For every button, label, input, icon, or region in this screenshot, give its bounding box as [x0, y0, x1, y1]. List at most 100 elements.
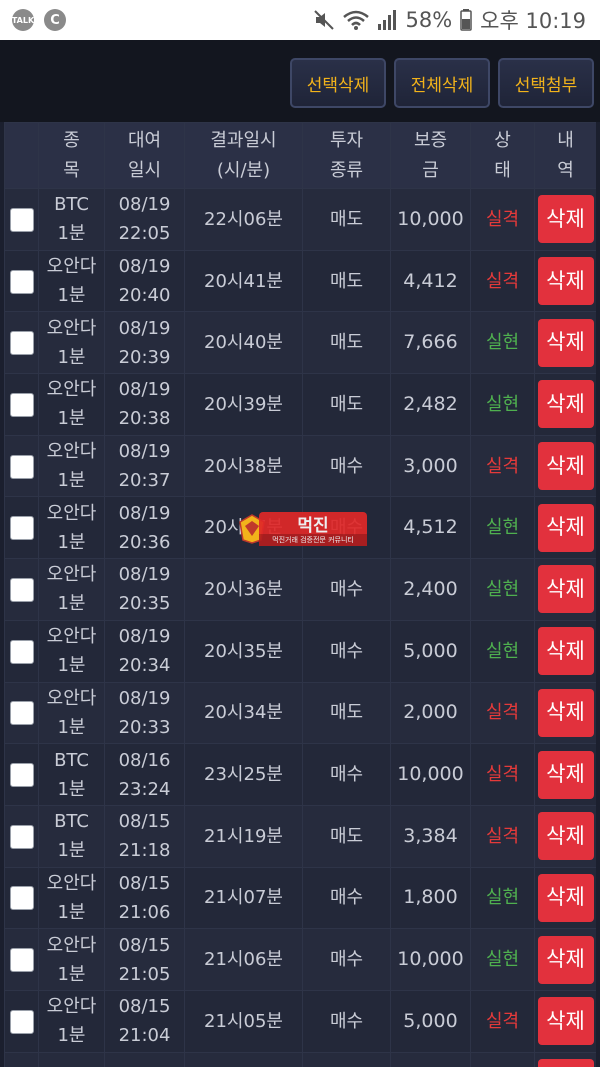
row-result-time: 20시36분 [184, 558, 303, 621]
row-checkbox[interactable] [9, 1009, 34, 1034]
row-borrow-time: 08/15 21:05 [104, 928, 185, 991]
header-result-time: 결과일시 (시/분) [184, 122, 303, 189]
row-action-cell: 삭제 [534, 1051, 596, 1067]
row-item: BTC 1분 [38, 188, 105, 251]
toolbar-buttons: 선택삭제 전체삭제 선택첨부 [290, 58, 594, 108]
row-item: 오안다 1분 [38, 311, 105, 375]
row-checkbox[interactable] [9, 207, 34, 232]
row-delete-button[interactable]: 삭제 [537, 195, 594, 244]
row-result-time: 20시38분 [184, 434, 303, 498]
delete-all-button[interactable]: 전체삭제 [394, 58, 490, 108]
row-deposit: 5,000 [390, 989, 471, 1053]
row-checkbox[interactable] [9, 516, 34, 541]
row-borrow-time: 08/15 [104, 1051, 185, 1067]
row-item: 오안다 1분 [38, 249, 105, 313]
row-delete-button[interactable]: 삭제 [537, 1058, 594, 1067]
row-deposit: 10,000 [390, 188, 471, 251]
row-select-cell [4, 311, 39, 375]
table-row: BTC08/15 삭제 [4, 1051, 596, 1067]
row-invest-type: 매도 [302, 188, 391, 251]
row-select-cell [4, 188, 39, 251]
row-action-cell: 삭제 [534, 311, 596, 375]
row-deposit: 2,400 [390, 558, 471, 621]
row-deposit: 2,482 [390, 373, 471, 436]
row-deposit: 2,000 [390, 681, 471, 745]
table-row: 오안다 1분 08/15 21:05 21시06분 매수 10,000 실현 삭제 [4, 928, 596, 991]
row-invest-type: 매수 [302, 619, 391, 683]
c-app-icon: C [44, 9, 66, 31]
row-result-time: 21시06분 [184, 928, 303, 991]
trade-history-table: 종목 대여 일시 결과일시 (시/분) 투자 종류 보증 금 상태 내역 BTC 1분 08… [4, 122, 596, 1067]
select-attach-button[interactable]: 선택첨부 [498, 58, 594, 108]
row-state: 실현 [470, 866, 535, 930]
mute-icon [314, 10, 335, 30]
row-delete-button[interactable]: 삭제 [537, 565, 594, 614]
row-borrow-time: 08/19 20:40 [104, 249, 185, 313]
signal-icon [378, 10, 397, 30]
row-invest-type: 매수 [302, 743, 391, 806]
row-delete-button[interactable]: 삭제 [537, 873, 594, 922]
table-row: 오안다 1분 08/19 20:35 20시36분 매수 2,400 실현 삭제 [4, 558, 596, 621]
row-select-cell [4, 373, 39, 436]
row-item: 오안다 1분 [38, 496, 105, 560]
row-action-cell: 삭제 [534, 681, 596, 745]
row-item: 오안다 1분 [38, 866, 105, 930]
row-delete-button[interactable]: 삭제 [537, 935, 594, 984]
row-action-cell: 삭제 [534, 866, 596, 930]
row-state [470, 1051, 535, 1067]
row-item: 오안다 1분 [38, 928, 105, 991]
row-invest-type: 매도 [302, 804, 391, 868]
row-delete-button[interactable]: 삭제 [537, 750, 594, 799]
row-delete-button[interactable]: 삭제 [537, 997, 594, 1046]
table-header-row: 종목 대여 일시 결과일시 (시/분) 투자 종류 보증 금 상태 내역 [4, 122, 596, 189]
row-invest-type: 매수 [302, 866, 391, 930]
row-delete-button[interactable]: 삭제 [537, 442, 594, 491]
row-select-cell [4, 1051, 39, 1067]
row-invest-type: 매수 [302, 989, 391, 1053]
row-checkbox[interactable] [9, 886, 34, 911]
row-checkbox[interactable] [9, 454, 34, 479]
row-checkbox[interactable] [9, 392, 34, 417]
row-invest-type: 매수 [302, 434, 391, 498]
row-delete-button[interactable]: 삭제 [537, 812, 594, 861]
row-checkbox[interactable] [9, 763, 34, 788]
row-result-time: 20시39분 [184, 373, 303, 436]
row-item: BTC 1분 [38, 804, 105, 868]
header-deposit: 보증 금 [390, 122, 471, 189]
row-delete-button[interactable]: 삭제 [537, 503, 594, 552]
row-borrow-time: 08/19 20:37 [104, 434, 185, 498]
row-state: 실격 [470, 249, 535, 313]
row-borrow-time: 08/15 21:06 [104, 866, 185, 930]
row-deposit [390, 1051, 471, 1067]
row-borrow-time: 08/19 20:39 [104, 311, 185, 375]
row-checkbox[interactable] [9, 331, 34, 356]
row-action-cell: 삭제 [534, 928, 596, 991]
row-select-cell [4, 928, 39, 991]
row-delete-button[interactable]: 삭제 [537, 318, 594, 367]
row-invest-type: 매수 [302, 928, 391, 991]
row-checkbox[interactable] [9, 577, 34, 602]
row-checkbox[interactable] [9, 701, 34, 726]
row-checkbox[interactable] [9, 639, 34, 664]
battery-icon [460, 9, 472, 31]
table-row: 오안다 1분 08/19 20:36 20시37분 매수 4,512 실현 삭제 [4, 496, 596, 560]
row-state: 실격 [470, 743, 535, 806]
row-delete-button[interactable]: 삭제 [537, 257, 594, 306]
select-delete-button[interactable]: 선택삭제 [290, 58, 386, 108]
row-select-cell [4, 619, 39, 683]
row-item: BTC [38, 1051, 105, 1067]
row-delete-button[interactable]: 삭제 [537, 688, 594, 737]
row-deposit: 3,000 [390, 434, 471, 498]
row-borrow-time: 08/16 23:24 [104, 743, 185, 806]
table-row: BTC 1분 08/16 23:24 23시25분 매수 10,000 실격 삭제 [4, 743, 596, 806]
row-checkbox[interactable] [9, 948, 34, 973]
trade-history-table-wrap[interactable]: 종목 대여 일시 결과일시 (시/분) 투자 종류 보증 금 상태 내역 BTC 1분 08… [4, 122, 596, 1067]
table-row: 오안다 1분 08/19 20:33 20시34분 매도 2,000 실격 삭제 [4, 681, 596, 745]
row-action-cell: 삭제 [534, 989, 596, 1053]
row-delete-button[interactable]: 삭제 [537, 380, 594, 429]
row-delete-button[interactable]: 삭제 [537, 627, 594, 676]
row-invest-type: 매수 [302, 496, 391, 560]
table-row: BTC 1분 08/15 21:18 21시19분 매도 3,384 실격 삭제 [4, 804, 596, 868]
row-checkbox[interactable] [9, 824, 34, 849]
row-checkbox[interactable] [9, 269, 34, 294]
